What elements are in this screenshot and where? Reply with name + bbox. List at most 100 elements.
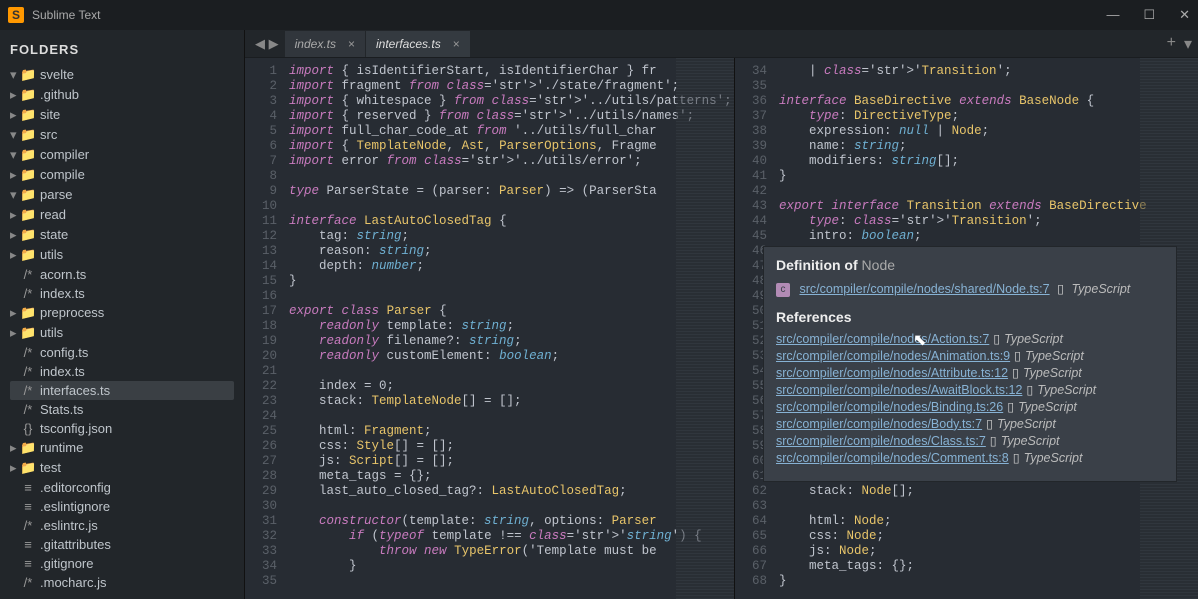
- folder-runtime[interactable]: ▸📁runtime: [10, 438, 234, 458]
- tab-nav-arrows[interactable]: ◀ ▶: [249, 36, 285, 52]
- tab-close-icon[interactable]: ×: [453, 37, 460, 51]
- minimize-button[interactable]: —: [1106, 7, 1119, 23]
- file-config.ts[interactable]: /* config.ts: [10, 343, 234, 362]
- reference-row[interactable]: src/compiler/compile/nodes/Attribute.ts:…: [776, 365, 1164, 380]
- file-index.ts[interactable]: /*index.ts: [10, 284, 234, 303]
- reference-row[interactable]: src/compiler/compile/nodes/Animation.ts:…: [776, 348, 1164, 363]
- file-icon: ▯: [1007, 400, 1014, 414]
- folder-parse[interactable]: ▾📁parse: [10, 185, 234, 205]
- file-icon: ▯: [1013, 451, 1020, 465]
- folder-utils[interactable]: ▸📁utils: [10, 245, 234, 265]
- reference-language: TypeScript: [1024, 451, 1083, 465]
- reference-link[interactable]: src/compiler/compile/nodes/Class.ts:7: [776, 434, 986, 448]
- file-index.ts[interactable]: /*index.ts: [10, 362, 234, 381]
- folder-icon: 📁: [20, 227, 36, 243]
- file-.gitignore[interactable]: ≡.gitignore: [10, 554, 234, 573]
- reference-link[interactable]: src/compiler/compile/nodes/Comment.ts:8: [776, 451, 1009, 465]
- folder-svelte[interactable]: ▾📁svelte: [10, 65, 234, 85]
- folder-icon: 📁: [20, 87, 36, 103]
- disclosure-triangle[interactable]: ▾: [10, 127, 20, 143]
- file-Stats.ts[interactable]: /*Stats.ts: [10, 400, 234, 419]
- file-icon: /*: [20, 364, 36, 379]
- node-label: utils: [40, 325, 63, 340]
- reference-link[interactable]: src/compiler/compile/nodes/Animation.ts:…: [776, 349, 1010, 363]
- reference-link[interactable]: src/compiler/compile/nodes/Attribute.ts:…: [776, 366, 1008, 380]
- disclosure-triangle[interactable]: ▸: [10, 440, 20, 456]
- left-editor-pane[interactable]: 1234567891011121314151617181920212223242…: [245, 58, 735, 599]
- disclosure-triangle[interactable]: ▸: [10, 247, 20, 263]
- file-icon: /*: [20, 402, 36, 417]
- folder-read[interactable]: ▸📁read: [10, 205, 234, 225]
- folder-icon: 📁: [20, 127, 36, 143]
- file-tsconfig.json[interactable]: {}tsconfig.json: [10, 419, 234, 438]
- node-label: compiler: [40, 147, 89, 162]
- file-acorn.ts[interactable]: /*acorn.ts: [10, 265, 234, 284]
- disclosure-triangle[interactable]: ▸: [10, 107, 20, 123]
- disclosure-triangle[interactable]: ▸: [10, 325, 20, 341]
- reference-link[interactable]: src/compiler/compile/nodes/Body.ts:7: [776, 417, 982, 431]
- minimap-left[interactable]: [676, 58, 734, 599]
- file-interfaces.ts[interactable]: /*interfaces.ts: [10, 381, 234, 400]
- reference-link[interactable]: src/compiler/compile/nodes/Action.ts:7: [776, 332, 989, 346]
- new-tab-button[interactable]: +: [1167, 34, 1176, 54]
- folder-utils[interactable]: ▸📁utils: [10, 323, 234, 343]
- node-label: .editorconfig: [40, 480, 111, 495]
- definition-row[interactable]: c src/compiler/compile/nodes/shared/Node…: [776, 281, 1164, 297]
- disclosure-triangle[interactable]: ▸: [10, 167, 20, 183]
- reference-row[interactable]: src/compiler/compile/nodes/Binding.ts:26…: [776, 399, 1164, 414]
- folder-icon: 📁: [20, 187, 36, 203]
- node-label: src: [40, 127, 57, 142]
- disclosure-triangle[interactable]: ▾: [10, 67, 20, 83]
- close-button[interactable]: ✕: [1179, 7, 1190, 23]
- tab-interfaces.ts[interactable]: interfaces.ts×: [366, 31, 471, 57]
- reference-row[interactable]: src/compiler/compile/nodes/AwaitBlock.ts…: [776, 382, 1164, 397]
- tab-close-icon[interactable]: ×: [348, 37, 355, 51]
- file-.editorconfig[interactable]: ≡ .editorconfig: [10, 478, 234, 497]
- tabs-menu-button[interactable]: ▾: [1184, 34, 1192, 54]
- node-label: config.ts: [40, 345, 88, 360]
- folder-icon: 📁: [20, 207, 36, 223]
- reference-row[interactable]: src/compiler/compile/nodes/Class.ts:7▯Ty…: [776, 433, 1164, 448]
- reference-row[interactable]: src/compiler/compile/nodes/Action.ts:7▯T…: [776, 331, 1164, 346]
- node-label: preprocess: [40, 305, 104, 320]
- file-icon: ▯: [1026, 383, 1033, 397]
- folder-test[interactable]: ▸📁test: [10, 458, 234, 478]
- file-.eslintrc.js[interactable]: /*.eslintrc.js: [10, 516, 234, 535]
- folder-state[interactable]: ▸📁state: [10, 225, 234, 245]
- reference-row[interactable]: src/compiler/compile/nodes/Comment.ts:8 ▯…: [776, 450, 1164, 465]
- reference-link[interactable]: src/compiler/compile/nodes/AwaitBlock.ts…: [776, 383, 1022, 397]
- file-.mocharc.js[interactable]: /*.mocharc.js: [10, 573, 234, 592]
- file-tree[interactable]: ▾📁svelte▸📁.github▸📁site▾📁src▾📁compiler▸📁…: [10, 65, 234, 592]
- disclosure-triangle[interactable]: ▸: [10, 87, 20, 103]
- maximize-button[interactable]: ☐: [1143, 7, 1155, 23]
- folder-src[interactable]: ▾📁 src: [10, 125, 234, 145]
- reference-row[interactable]: src/compiler/compile/nodes/Body.ts:7▯Typ…: [776, 416, 1164, 431]
- file-icon: /*: [20, 345, 36, 360]
- tab-bar: ◀ ▶ index.ts×interfaces.ts× + ▾: [245, 30, 1198, 58]
- node-label: .eslintrc.js: [40, 518, 98, 533]
- file-icon: /*: [20, 575, 36, 590]
- tab-index.ts[interactable]: index.ts×: [285, 31, 366, 57]
- folder-site[interactable]: ▸📁site: [10, 105, 234, 125]
- folder-compiler[interactable]: ▾📁compiler: [10, 145, 234, 165]
- file-.eslintignore[interactable]: ≡.eslintignore: [10, 497, 234, 516]
- reference-link[interactable]: src/compiler/compile/nodes/Binding.ts:26: [776, 400, 1003, 414]
- left-code[interactable]: import { isIdentifierStart, isIdentifier…: [283, 58, 734, 599]
- reference-language: TypeScript: [1037, 383, 1096, 397]
- folder-.github[interactable]: ▸📁.github: [10, 85, 234, 105]
- disclosure-triangle[interactable]: ▾: [10, 147, 20, 163]
- file-.gitattributes[interactable]: ≡.gitattributes: [10, 535, 234, 554]
- disclosure-triangle[interactable]: ▸: [10, 305, 20, 321]
- file-icon: /*: [20, 383, 36, 398]
- disclosure-triangle[interactable]: ▸: [10, 460, 20, 476]
- definition-link[interactable]: src/compiler/compile/nodes/shared/Node.t…: [799, 282, 1049, 296]
- folder-compile[interactable]: ▸📁compile: [10, 165, 234, 185]
- disclosure-triangle[interactable]: ▸: [10, 227, 20, 243]
- reference-language: TypeScript: [1023, 366, 1082, 380]
- file-icon: ≡: [20, 480, 36, 495]
- folder-icon: 📁: [20, 107, 36, 123]
- disclosure-triangle[interactable]: ▸: [10, 207, 20, 223]
- folder-preprocess[interactable]: ▸📁preprocess: [10, 303, 234, 323]
- disclosure-triangle[interactable]: ▾: [10, 187, 20, 203]
- file-icon: /*: [20, 286, 36, 301]
